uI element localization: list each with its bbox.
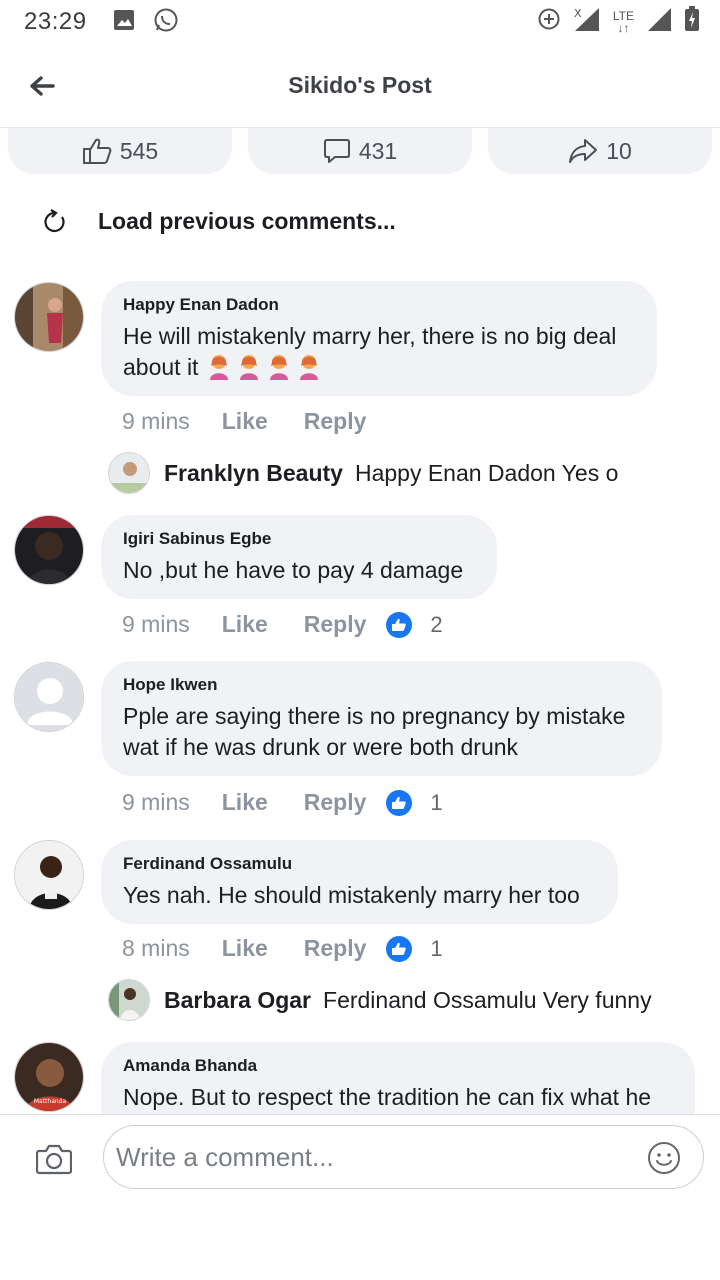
- comments-count: 431: [358, 137, 398, 164]
- camera-button[interactable]: [34, 1139, 74, 1179]
- comment-bubble[interactable]: Igiri Sabinus Egbe No ,but he have to pa…: [101, 515, 497, 599]
- shares-count: 10: [606, 137, 632, 164]
- comment-time: 9 mins: [122, 611, 190, 637]
- signal-x-icon: X: [573, 6, 601, 37]
- comment-text: Pple are saying there is no pregnancy by…: [123, 703, 626, 760]
- comment-time: 9 mins: [122, 408, 190, 434]
- share-arrow-icon: [569, 139, 598, 163]
- data-saver-icon: [537, 7, 561, 36]
- svg-text:X: X: [574, 7, 582, 20]
- gallery-icon: [113, 9, 135, 36]
- avatar-caption: Matthanda: [34, 1098, 67, 1105]
- like-button[interactable]: Like: [222, 611, 268, 638]
- comment-meta: 9 mins Like Reply: [122, 408, 386, 435]
- like-reaction-icon[interactable]: [386, 789, 413, 816]
- post-actions: 545 431 10: [8, 128, 712, 174]
- avatar[interactable]: [14, 662, 84, 732]
- likes-count: 545: [119, 137, 159, 164]
- comment-bubble[interactable]: Ferdinand Ossamulu Yes nah. He should mi…: [101, 840, 618, 924]
- reply-button[interactable]: Reply: [304, 789, 367, 816]
- like-count-button[interactable]: 545: [8, 128, 232, 174]
- reply-text: Ferdinand Ossamulu Very funny: [323, 986, 652, 1013]
- reaction-count: 2: [430, 611, 443, 637]
- reply-text: Happy Enan Dadon Yes o: [354, 459, 619, 486]
- reply-preview[interactable]: Franklyn Beauty Happy Enan Dadon Yes o: [108, 452, 618, 494]
- comment-bubble[interactable]: Happy Enan Dadon He will mistakenly marr…: [101, 281, 657, 396]
- reaction-count: 1: [430, 935, 443, 961]
- status-bar: 23:29 X LTE ↓↑: [0, 0, 720, 44]
- avatar[interactable]: [14, 515, 84, 585]
- page-title: Sikido's Post: [288, 72, 432, 98]
- comment-author[interactable]: Happy Enan Dadon: [123, 295, 635, 315]
- comment-meta: 8 mins Like Reply 1: [122, 935, 443, 962]
- like-button[interactable]: Like: [222, 935, 268, 962]
- camera-icon: [36, 1144, 72, 1175]
- status-time: 23:29: [24, 8, 87, 35]
- comment-text: He will mistakenly marry her, there is n…: [123, 323, 617, 380]
- smiley-icon: [648, 1142, 680, 1174]
- comment-text: Yes nah. He should mistakenly marry her …: [123, 882, 580, 908]
- share-count-button[interactable]: 10: [488, 128, 712, 174]
- reply-button[interactable]: Reply: [304, 408, 367, 435]
- load-previous-label: Load previous comments...: [98, 208, 396, 234]
- reply-author[interactable]: Franklyn Beauty: [164, 460, 343, 487]
- comment-author[interactable]: Ferdinand Ossamulu: [123, 854, 596, 874]
- signal-icon: [646, 6, 672, 37]
- like-button[interactable]: Like: [222, 789, 268, 816]
- reply-preview[interactable]: Barbara Ogar Ferdinand Ossamulu Very fun…: [108, 979, 652, 1021]
- thumbs-up-icon: [82, 138, 112, 164]
- emoji-button[interactable]: [646, 1140, 682, 1176]
- comment-text: No ,but he have to pay 4 damage: [123, 557, 464, 583]
- whatsapp-icon: [153, 7, 179, 38]
- avatar[interactable]: Matthanda: [14, 1042, 84, 1112]
- comment-meta: 9 mins Like Reply 2: [122, 611, 443, 638]
- like-reaction-icon[interactable]: [386, 935, 413, 962]
- avatar: [108, 979, 150, 1021]
- comment-input[interactable]: [103, 1125, 704, 1189]
- comment-composer: [0, 1114, 720, 1280]
- like-reaction-icon[interactable]: [386, 611, 413, 638]
- comment-meta: 9 mins Like Reply 1: [122, 789, 443, 816]
- lte-indicator: LTE ↓↑: [612, 8, 634, 35]
- battery-icon: [684, 6, 700, 37]
- avatar[interactable]: [14, 840, 84, 910]
- woman-tipping-hand-emoji: [205, 354, 325, 380]
- comment-text: Nope. But to respect the tradition he ca…: [123, 1084, 652, 1110]
- comment-count-button[interactable]: 431: [248, 128, 472, 174]
- comment-author[interactable]: Hope Ikwen: [123, 675, 640, 695]
- comment-author[interactable]: Igiri Sabinus Egbe: [123, 529, 475, 549]
- avatar[interactable]: [14, 282, 84, 352]
- header: Sikido's Post: [0, 44, 720, 128]
- comment-time: 9 mins: [122, 789, 190, 815]
- reply-author[interactable]: Barbara Ogar: [164, 987, 311, 1014]
- load-previous-comments[interactable]: Load previous comments...: [42, 208, 396, 235]
- reply-button[interactable]: Reply: [304, 611, 367, 638]
- refresh-icon: [44, 208, 65, 232]
- comment-bubble-icon: [323, 139, 350, 163]
- reaction-count: 1: [430, 789, 443, 815]
- avatar: [108, 452, 150, 494]
- comment-time: 8 mins: [122, 935, 190, 961]
- reply-button[interactable]: Reply: [304, 935, 367, 962]
- comment-author[interactable]: Amanda Bhanda: [123, 1056, 673, 1076]
- comment-bubble[interactable]: Hope Ikwen Pple are saying there is no p…: [101, 661, 662, 776]
- like-button[interactable]: Like: [222, 408, 268, 435]
